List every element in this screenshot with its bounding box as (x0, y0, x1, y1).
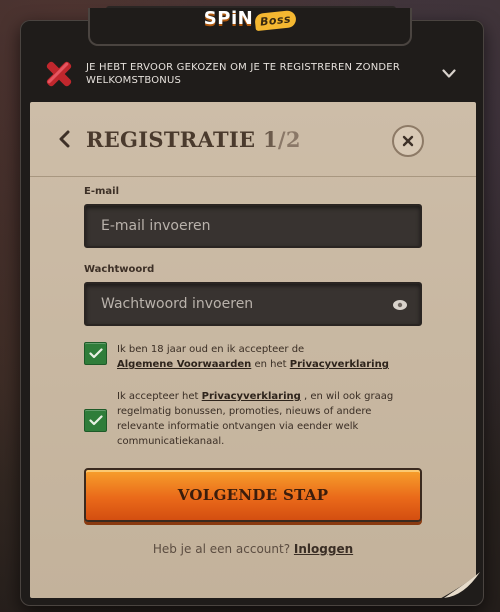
no-bonus-banner[interactable]: JE HEBT ERVOOR GEKOZEN OM JE TE REGISTRE… (32, 52, 474, 96)
email-field[interactable]: E-mail invoeren (84, 204, 422, 248)
login-link[interactable]: Inloggen (294, 542, 353, 556)
password-label: Wachtwoord (84, 264, 155, 275)
consent-marketing-text-a: Ik accepteer het (117, 391, 199, 402)
terms-link[interactable]: Algemene Voorwaarden (117, 359, 251, 370)
checkmark-icon (88, 348, 103, 359)
age-terms-checkbox[interactable] (84, 342, 107, 365)
checkmark-icon (88, 415, 103, 426)
eye-icon[interactable] (392, 299, 408, 315)
back-arrow-icon[interactable] (56, 130, 74, 148)
consent-marketing-text: Ik accepteer het Privacyverklaring , en … (117, 389, 397, 449)
consent-marketing: Ik accepteer het Privacyverklaring , en … (84, 389, 397, 449)
card-header: REGISTRATIE 1/2 (30, 102, 476, 177)
login-prompt-text: Heb je al een account? (152, 542, 291, 556)
logo-badge: Boss (254, 9, 297, 31)
consent-age-text: Ik ben 18 jaar oud en ik accepteer de Al… (117, 342, 397, 372)
login-prompt: Heb je al een account? Inloggen (30, 542, 476, 556)
page-title: REGISTRATIE 1/2 (86, 127, 301, 152)
logo-tab: SPiN Boss (88, 8, 412, 46)
consent-age-text-b: en het (254, 359, 287, 370)
title-total: /2 (277, 126, 301, 152)
registration-card: REGISTRATIE 1/2 E-mail E-mail invoeren W… (30, 102, 480, 602)
banner-text: JE HEBT ERVOOR GEKOZEN OM JE TE REGISTRE… (86, 62, 400, 86)
email-label: E-mail (84, 186, 120, 197)
close-button[interactable] (392, 125, 424, 157)
next-step-button[interactable]: VOLGENDE STAP (84, 468, 422, 522)
password-field[interactable]: Wachtwoord invoeren (84, 282, 422, 326)
chevron-down-icon[interactable] (434, 59, 464, 89)
password-placeholder: Wachtwoord invoeren (101, 296, 254, 312)
logo-text: SPiN (203, 7, 254, 29)
privacy-link[interactable]: Privacyverklaring (290, 359, 389, 370)
email-placeholder: E-mail invoeren (101, 218, 211, 234)
title-text: REGISTRATIE (86, 126, 256, 152)
logo: SPiN Boss (203, 7, 297, 31)
marketing-checkbox[interactable] (84, 409, 107, 432)
consent-age-text-a: Ik ben 18 jaar oud en ik accepteer de (117, 344, 305, 355)
consent-age-terms: Ik ben 18 jaar oud en ik accepteer de Al… (84, 342, 397, 372)
title-step: 1 (263, 126, 278, 152)
page-curl (434, 572, 480, 602)
close-icon (402, 135, 414, 147)
privacy-link-2[interactable]: Privacyverklaring (202, 391, 301, 402)
close-x-icon (42, 57, 76, 91)
